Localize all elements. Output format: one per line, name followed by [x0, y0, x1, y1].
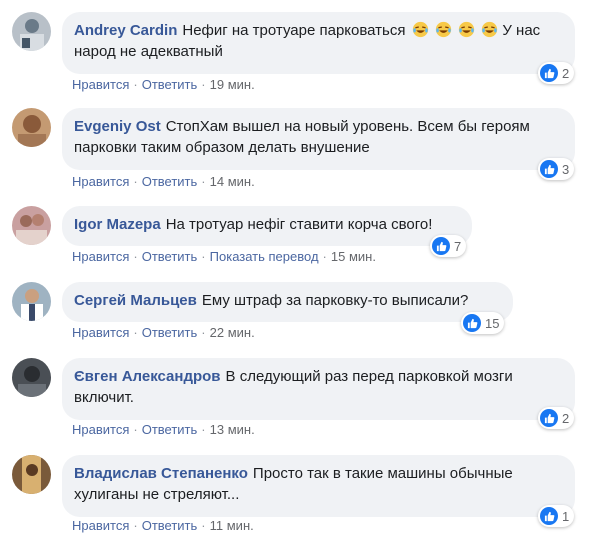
comment-author[interactable]: Andrey Cardin	[74, 22, 177, 39]
thumbs-up-icon	[540, 507, 558, 525]
timestamp[interactable]: 15 мин.	[331, 249, 376, 264]
like-link[interactable]: Нравится	[72, 422, 129, 437]
reply-link[interactable]: Ответить	[142, 77, 198, 92]
like-link[interactable]: Нравится	[72, 325, 129, 340]
reaction-number: 2	[562, 65, 570, 81]
avatar[interactable]	[12, 108, 51, 147]
comment-bubble: Evgeniy Ost СтопХам вышел на новый уровен…	[62, 108, 575, 170]
like-link[interactable]: Нравится	[72, 518, 129, 533]
comment-text: Ему штраф за парковку-то выписали?	[201, 292, 469, 309]
comment-bubble: Владислав Степаненко Просто так в такие м…	[62, 455, 575, 517]
reply-link[interactable]: Ответить	[142, 174, 198, 189]
comment-author[interactable]: Владислав Степаненко	[74, 465, 248, 482]
reply-link[interactable]: Ответить	[142, 325, 198, 340]
comment-text: Нефиг на тротуаре парковаться	[182, 22, 406, 39]
avatar[interactable]	[12, 455, 51, 494]
reaction-count[interactable]: 2	[538, 407, 575, 429]
comment-author[interactable]: Сергей Мальцев	[74, 292, 197, 309]
reaction-number: 15	[485, 315, 500, 331]
reaction-count[interactable]: 3	[538, 158, 575, 180]
reaction-count[interactable]: 15	[461, 312, 505, 334]
timestamp[interactable]: 19 мин.	[210, 77, 255, 92]
like-link[interactable]: Нравится	[72, 77, 129, 92]
avatar[interactable]	[12, 358, 51, 397]
thumbs-up-icon	[432, 237, 450, 255]
comment-author[interactable]: Evgeniy Ost	[74, 118, 161, 135]
avatar[interactable]	[12, 282, 51, 321]
comment-bubble: Igor Mazepa На тротуар нефіг ставити корч…	[62, 206, 472, 246]
comment-bubble: Сергей Мальцев Ему штраф за парковку-то в…	[62, 282, 513, 322]
avatar[interactable]	[12, 206, 51, 245]
laughing-tears-emoji-icon	[410, 21, 503, 39]
like-link[interactable]: Нравится	[72, 174, 129, 189]
show-translation-link[interactable]: Показать перевод	[210, 249, 319, 264]
reaction-number: 3	[562, 161, 570, 177]
reaction-count[interactable]: 1	[538, 505, 575, 527]
timestamp[interactable]: 14 мин.	[210, 174, 255, 189]
comment-text: На тротуар нефіг ставити корча свого!	[165, 216, 433, 233]
comment-bubble: Євген Александров В следующий раз перед п…	[62, 358, 575, 420]
comment-bubble: Andrey Cardin Нефиг на тротуаре парковать…	[62, 12, 575, 74]
thumbs-up-icon	[540, 64, 558, 82]
comment-actions: Нравится · Ответить · 14 мин.	[72, 174, 255, 189]
thumbs-up-icon	[540, 160, 558, 178]
comment-actions: Нравится · Ответить · 13 мин.	[72, 422, 255, 437]
thumbs-up-icon	[540, 409, 558, 427]
comment-actions: Нравится · Ответить · 22 мин.	[72, 325, 255, 340]
timestamp[interactable]: 11 мин.	[210, 518, 254, 533]
reply-link[interactable]: Ответить	[142, 249, 198, 264]
reaction-number: 2	[562, 410, 570, 426]
reply-link[interactable]: Ответить	[142, 422, 198, 437]
timestamp[interactable]: 13 мин.	[210, 422, 255, 437]
thumbs-up-icon	[463, 314, 481, 332]
comment-author[interactable]: Євген Александров	[74, 368, 221, 385]
avatar[interactable]	[12, 12, 51, 51]
comment-actions: Нравится · Ответить · 11 мин.	[72, 518, 254, 533]
reaction-count[interactable]: 7	[430, 235, 467, 257]
reply-link[interactable]: Ответить	[142, 518, 198, 533]
timestamp[interactable]: 22 мин.	[210, 325, 255, 340]
comment-author[interactable]: Igor Mazepa	[74, 216, 161, 233]
comment-actions: Нравится · Ответить · Показать перевод · 15 ми…	[72, 249, 376, 264]
reaction-number: 7	[454, 238, 462, 254]
like-link[interactable]: Нравится	[72, 249, 129, 264]
reaction-number: 1	[562, 508, 570, 524]
reaction-count[interactable]: 2	[538, 62, 575, 84]
comment-actions: Нравится · Ответить · 19 мин.	[72, 77, 255, 92]
